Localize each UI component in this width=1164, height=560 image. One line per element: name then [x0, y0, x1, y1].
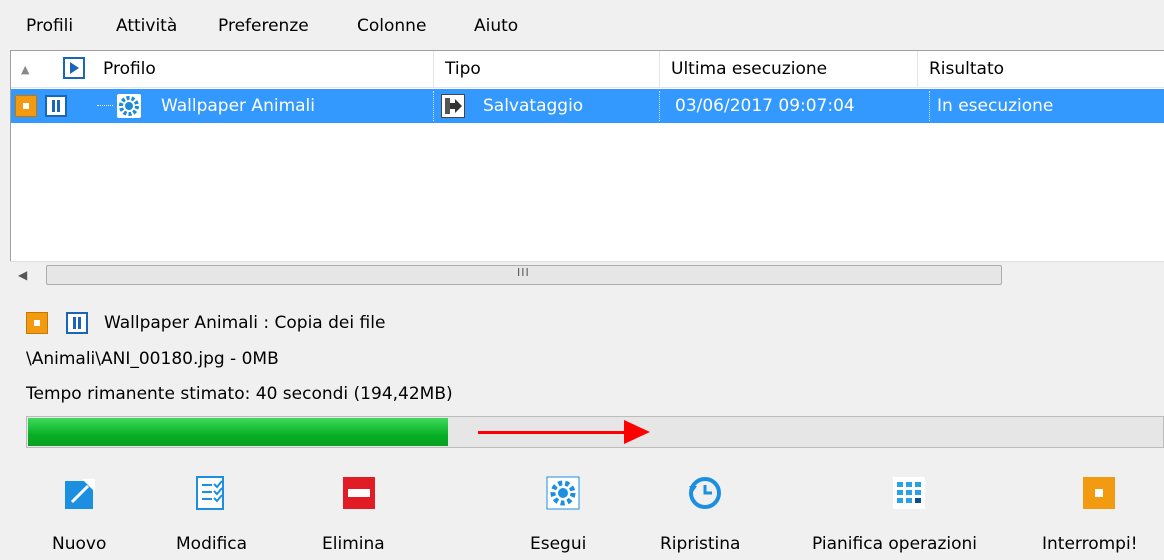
profile-list: ▲ Profilo Tipo Ultima esecuzione Risulta… [10, 50, 1164, 289]
pause-icon[interactable] [45, 95, 67, 117]
row-profile-name: Wallpaper Animali [161, 96, 315, 116]
column-header-profilo[interactable]: Profilo [103, 59, 156, 79]
column-divider[interactable] [659, 51, 660, 87]
menu-attivita[interactable]: Attività [116, 16, 177, 36]
table-row[interactable]: Wallpaper Animali Salvataggio 03/06/2017… [11, 89, 1164, 123]
schedule-button[interactable]: Pianifica operazioni [808, 468, 1028, 560]
sort-ascending-icon[interactable]: ▲ [21, 63, 29, 76]
gear-icon [117, 94, 141, 118]
annotation-arrow [478, 431, 628, 434]
progress-fill [28, 418, 448, 446]
scroll-left-icon[interactable]: ◀ [18, 268, 27, 282]
cell-divider [929, 91, 930, 121]
column-divider[interactable] [917, 51, 918, 87]
horizontal-scrollbar[interactable]: ◀ III [10, 261, 1164, 289]
new-button-label: Nuovo [52, 534, 107, 554]
tree-connector [97, 105, 113, 106]
run-button-label: Esegui [530, 534, 587, 554]
cell-divider [433, 91, 434, 121]
delete-button[interactable]: Elimina [320, 468, 400, 560]
row-result: In esecuzione [937, 96, 1054, 116]
schedule-button-label: Pianifica operazioni [812, 534, 977, 554]
stop-button-label: Interrompi! [1042, 534, 1138, 554]
menu-aiuto[interactable]: Aiuto [474, 16, 518, 36]
stop-square-icon [1082, 476, 1116, 510]
menu-preferenze[interactable]: Preferenze [218, 16, 309, 36]
restore-clock-icon [688, 476, 722, 510]
restore-button-label: Ripristina [660, 534, 741, 554]
stop-button[interactable]: Interrompi! [1040, 468, 1164, 560]
stop-icon[interactable] [26, 312, 48, 334]
edit-button[interactable]: Modifica [172, 468, 272, 560]
run-button[interactable]: Esegui [524, 468, 604, 560]
edit-checklist-icon [194, 476, 228, 510]
delete-icon [342, 476, 376, 510]
schedule-calendar-icon [892, 476, 926, 510]
scroll-thumb[interactable]: III [46, 265, 1002, 285]
menu-bar: Profili Attività Preferenze Colonne Aiut… [0, 0, 1164, 42]
current-file: \Animali\ANI_00180.jpg - 0MB [26, 349, 279, 369]
annotation-arrow-head [624, 420, 650, 444]
status-title: Wallpaper Animali : Copia dei file [104, 313, 386, 333]
menu-colonne[interactable]: Colonne [357, 16, 426, 36]
column-header-ultima-esecuzione[interactable]: Ultima esecuzione [671, 59, 827, 79]
column-header-tipo[interactable]: Tipo [445, 59, 481, 79]
new-button[interactable]: Nuovo [44, 468, 124, 560]
pause-icon[interactable] [66, 312, 88, 334]
row-last-run: 03/06/2017 09:07:04 [675, 96, 855, 116]
column-divider[interactable] [433, 51, 434, 87]
edit-button-label: Modifica [176, 534, 248, 554]
time-remaining: Tempo rimanente stimato: 40 secondi (194… [26, 384, 453, 404]
run-gear-icon [546, 476, 580, 510]
list-header: ▲ Profilo Tipo Ultima esecuzione Risulta… [11, 51, 1164, 88]
column-header-risultato[interactable]: Risultato [929, 59, 1004, 79]
cell-divider [659, 91, 660, 121]
run-all-icon[interactable] [63, 57, 85, 79]
menu-profili[interactable]: Profili [26, 16, 73, 36]
restore-button[interactable]: Ripristina [658, 468, 758, 560]
row-type: Salvataggio [483, 96, 584, 116]
grip-icon: III [517, 266, 530, 279]
new-profile-icon [64, 476, 98, 510]
stop-icon[interactable] [15, 95, 37, 117]
delete-button-label: Elimina [322, 534, 385, 554]
backup-type-icon [441, 94, 465, 118]
